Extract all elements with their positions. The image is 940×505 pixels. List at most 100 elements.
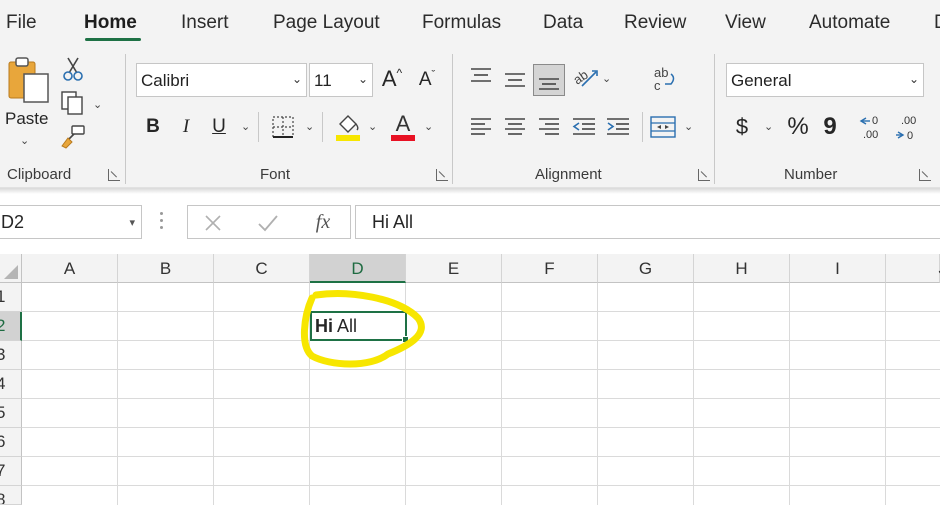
align-left-icon[interactable]	[468, 114, 494, 140]
underline-dropdown-icon[interactable]: ⌄	[241, 120, 250, 133]
row-header-7[interactable]: 7	[0, 457, 22, 486]
format-painter-icon[interactable]	[60, 124, 88, 150]
row-header-6[interactable]: 6	[0, 428, 22, 457]
formula-bar: D2 ▾ fx Hi All	[0, 200, 940, 244]
name-box[interactable]: D2 ▾	[0, 205, 142, 239]
grow-font-label: A	[381, 66, 397, 91]
percent-icon[interactable]: %	[785, 112, 811, 142]
font-color-icon[interactable]: A	[390, 110, 416, 142]
divider	[258, 112, 259, 142]
italic-button[interactable]: I	[175, 114, 197, 140]
row-header-2[interactable]: 2	[0, 312, 22, 341]
decrease-indent-icon[interactable]	[570, 114, 598, 140]
cell-bold-text: Hi	[315, 316, 333, 336]
column-header-d[interactable]: D	[310, 254, 406, 283]
currency-dropdown-icon[interactable]: ⌄	[764, 120, 773, 133]
row-header-3[interactable]: 3	[0, 341, 22, 370]
font-size-value: 11	[314, 71, 332, 90]
gridline	[213, 283, 214, 505]
tab-data[interactable]: Data	[543, 12, 583, 34]
row-header-8[interactable]: 8	[0, 486, 22, 505]
fill-color-dropdown-icon[interactable]: ⌄	[368, 120, 377, 133]
cut-icon[interactable]	[62, 56, 84, 82]
clipboard-group-label: Clipboard	[7, 166, 72, 183]
enter-check-icon[interactable]	[256, 212, 280, 234]
cell-text: All	[333, 316, 358, 336]
underline-button[interactable]: U	[208, 114, 230, 140]
paste-label[interactable]: Paste	[5, 109, 48, 129]
gridline	[501, 283, 502, 505]
paste-icon[interactable]	[6, 54, 52, 110]
select-all-button[interactable]	[0, 254, 22, 283]
comma-style-icon[interactable]: 9	[820, 112, 840, 142]
column-header-j[interactable]: J	[886, 254, 940, 283]
tab-view[interactable]: View	[725, 12, 766, 34]
font-name-select[interactable]: Calibri ⌄	[136, 63, 307, 97]
copy-dropdown-icon[interactable]: ⌄	[93, 98, 102, 111]
align-top-icon[interactable]	[468, 64, 494, 90]
tab-insert[interactable]: Insert	[181, 12, 229, 34]
row-header-5[interactable]: 5	[0, 399, 22, 428]
borders-dropdown-icon[interactable]: ⌄	[305, 120, 314, 133]
tab-page-layout[interactable]: Page Layout	[273, 12, 380, 34]
merge-center-icon[interactable]	[649, 114, 677, 140]
copy-icon[interactable]	[60, 90, 88, 116]
currency-icon[interactable]: $	[732, 112, 752, 142]
increase-indent-icon[interactable]	[604, 114, 632, 140]
align-bottom-icon[interactable]	[533, 64, 565, 96]
orientation-icon[interactable]: ab	[570, 64, 600, 92]
formula-bar-grip[interactable]	[160, 212, 164, 232]
row-header-1[interactable]: 1	[0, 283, 22, 312]
bold-button[interactable]: B	[142, 114, 164, 140]
tab-formulas[interactable]: Formulas	[422, 12, 501, 34]
merge-dropdown-icon[interactable]: ⌄	[684, 120, 693, 133]
formula-buttons: fx	[187, 205, 351, 239]
grow-font-icon[interactable]: A ^	[379, 64, 405, 94]
cell-d2[interactable]: Hi All	[310, 311, 407, 341]
align-right-icon[interactable]	[536, 114, 562, 140]
fill-handle[interactable]	[402, 336, 409, 343]
number-format-select[interactable]: General ⌄	[726, 63, 924, 97]
yellow-highlight-annotation	[300, 290, 425, 368]
font-launcher-icon[interactable]	[436, 169, 448, 181]
column-header-f[interactable]: F	[502, 254, 598, 283]
column-header-b[interactable]: B	[118, 254, 214, 283]
tab-automate[interactable]: Automate	[809, 12, 890, 34]
paste-dropdown-icon[interactable]: ⌄	[20, 134, 29, 147]
column-header-a[interactable]: A	[22, 254, 118, 283]
tab-file[interactable]: File	[6, 12, 37, 34]
tab-home[interactable]: Home	[84, 12, 137, 34]
column-header-h[interactable]: H	[694, 254, 790, 283]
borders-icon[interactable]	[270, 114, 296, 140]
column-header-e[interactable]: E	[406, 254, 502, 283]
row-header-4[interactable]: 4	[0, 370, 22, 399]
font-size-select[interactable]: 11 ⌄	[309, 63, 373, 97]
increase-decimal-icon[interactable]: 0.00	[858, 112, 888, 142]
shrink-font-label: A	[418, 69, 432, 90]
increase-decimal-label: .00	[863, 129, 878, 141]
shrink-font-icon[interactable]: Aˇ	[414, 66, 440, 94]
formula-input[interactable]: Hi All	[355, 205, 940, 239]
column-header-c[interactable]: C	[214, 254, 310, 283]
orientation-dropdown-icon[interactable]: ⌄	[602, 72, 611, 85]
column-header-i[interactable]: I	[790, 254, 886, 283]
wrap-text-icon[interactable]: ab c	[651, 64, 679, 94]
align-middle-icon[interactable]	[502, 66, 528, 92]
font-name-value: Calibri	[141, 71, 190, 90]
font-color-dropdown-icon[interactable]: ⌄	[424, 120, 433, 133]
insert-function-icon[interactable]: fx	[310, 208, 336, 236]
svg-text:0: 0	[907, 130, 913, 142]
fill-color-icon[interactable]	[334, 112, 362, 142]
number-launcher-icon[interactable]	[919, 169, 931, 181]
chevron-down-icon: ⌄	[908, 72, 919, 86]
decrease-decimal-icon[interactable]: .00 0	[894, 112, 924, 142]
tab-overflow[interactable]: D	[934, 12, 940, 34]
tab-review[interactable]: Review	[624, 12, 686, 34]
active-tab-indicator	[85, 38, 141, 41]
cancel-icon[interactable]	[202, 212, 224, 234]
group-separator	[714, 54, 715, 184]
clipboard-launcher-icon[interactable]	[108, 169, 120, 181]
alignment-launcher-icon[interactable]	[698, 169, 710, 181]
column-header-g[interactable]: G	[598, 254, 694, 283]
align-center-icon[interactable]	[502, 114, 528, 140]
